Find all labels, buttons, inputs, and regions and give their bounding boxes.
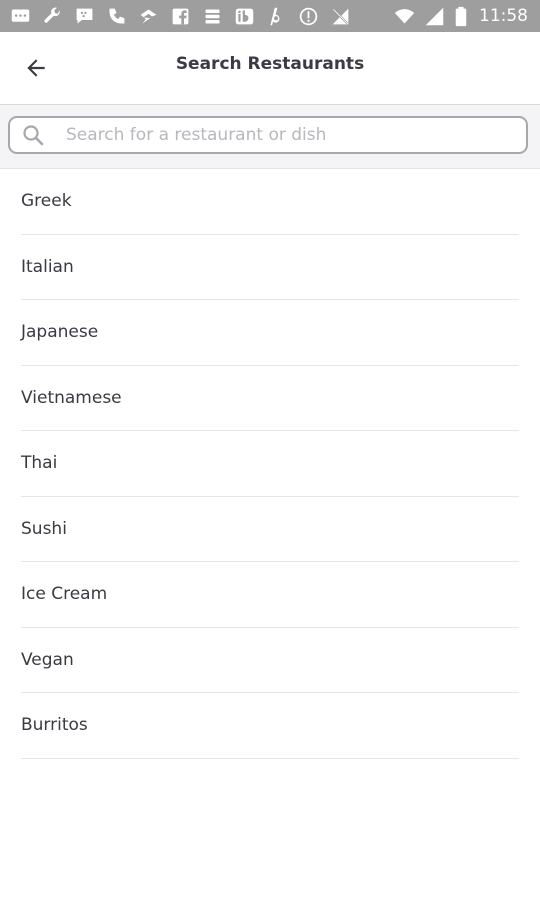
list-item-label: Italian [21, 256, 74, 277]
list-item-sushi[interactable]: Sushi [21, 497, 519, 562]
screen: 11:58 Search Restaurants Greek [0, 0, 540, 897]
stack-icon [202, 6, 223, 27]
vpn-icon [298, 6, 319, 27]
zillow-icon [138, 6, 159, 27]
list-item-vietnamese[interactable]: Vietnamese [21, 366, 519, 431]
system-icons: 11:58 [394, 6, 540, 27]
list-item-label: Vegan [21, 649, 74, 670]
notification-icons [0, 6, 351, 27]
search-input[interactable] [64, 124, 508, 146]
wrench-icon [42, 6, 63, 27]
list-item-label: Sushi [21, 518, 67, 539]
list-item-burritos[interactable]: Burritos [21, 693, 519, 759]
ibotta-icon [234, 6, 255, 27]
search-icon [20, 122, 46, 148]
page-title: Search Restaurants [175, 54, 365, 74]
battery-icon [454, 6, 468, 27]
category-list: Greek Italian Japanese Vietnamese Thai S… [0, 169, 540, 759]
chat-icon [10, 6, 31, 27]
list-item-label: Burritos [21, 715, 88, 736]
italic-b-icon [266, 6, 287, 27]
cellular-signal-icon [424, 6, 445, 27]
list-item-label: Vietnamese [21, 387, 122, 408]
list-item-label: Japanese [21, 322, 99, 343]
list-item-greek[interactable]: Greek [21, 169, 519, 235]
facebook-icon [170, 6, 191, 27]
list-item-japanese[interactable]: Japanese [21, 300, 519, 366]
list-item-italian[interactable]: Italian [21, 235, 519, 300]
list-item-label: Thai [21, 453, 58, 474]
blackberry-messenger-icon [74, 6, 95, 27]
list-item-label: Ice Cream [21, 584, 108, 605]
status-bar: 11:58 [0, 0, 540, 32]
no-signal-icon [330, 6, 351, 27]
list-item-thai[interactable]: Thai [21, 431, 519, 497]
app-bar: Search Restaurants [0, 32, 540, 105]
search-bar-container [0, 105, 540, 169]
clock: 11:58 [479, 6, 528, 26]
wifi-icon [394, 6, 415, 27]
list-item-ice-cream[interactable]: Ice Cream [21, 562, 519, 628]
list-item-vegan[interactable]: Vegan [21, 628, 519, 693]
search-box[interactable] [8, 116, 528, 154]
phone-icon [106, 6, 127, 27]
list-item-label: Greek [21, 191, 72, 212]
